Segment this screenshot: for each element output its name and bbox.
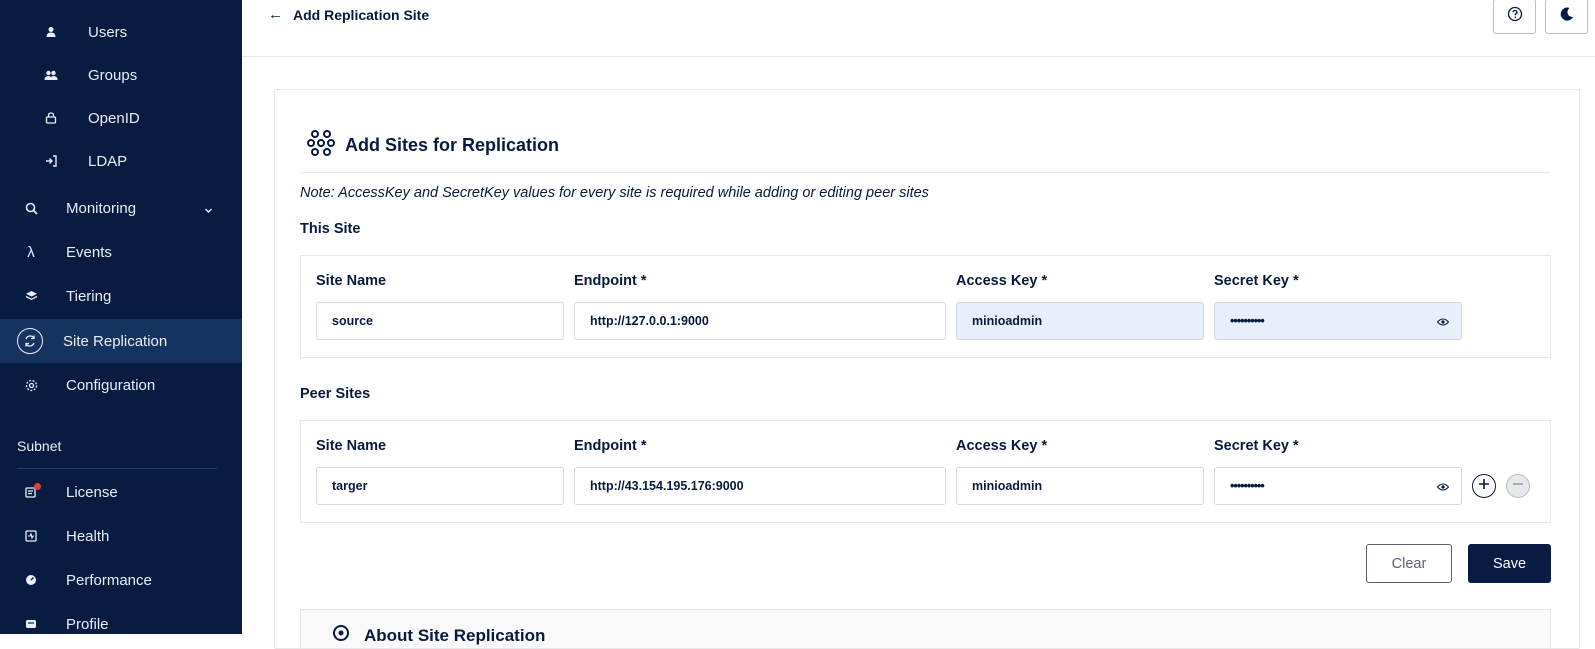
groups-icon <box>44 68 58 82</box>
peer-site-secret-key-field[interactable]: •••••••••• <box>1214 467 1462 505</box>
sidebar-item-groups[interactable]: Groups <box>0 53 242 97</box>
openid-lock-icon <box>44 111 58 125</box>
add-site-button[interactable] <box>1472 474 1496 498</box>
sidebar-item-license[interactable]: License <box>0 470 242 514</box>
access-key-label: Access Key * <box>956 438 1048 454</box>
field-value: http://43.154.195.176:9000 <box>590 479 744 493</box>
sidebar-item-label: Site Replication <box>63 332 168 350</box>
login-arrow-icon <box>44 154 58 168</box>
field-value: source <box>332 314 373 328</box>
clear-button[interactable]: Clear <box>1366 544 1452 583</box>
dark-mode-button[interactable] <box>1545 0 1588 34</box>
this-site-endpoint-field[interactable]: http://127.0.0.1:9000 <box>574 302 946 340</box>
access-key-label: Access Key * <box>956 273 1048 289</box>
peer-site-name-field[interactable]: targer <box>316 467 564 505</box>
this-site-access-key-field[interactable]: minioadmin <box>956 302 1204 340</box>
peer-sites-heading: Peer Sites <box>300 386 371 402</box>
card-title: Add Sites for Replication <box>307 129 559 162</box>
this-site-secret-key-field[interactable]: •••••••••• <box>1214 302 1462 340</box>
sidebar: Users Groups OpenID LDAP Monitoring λ Ev… <box>0 0 242 634</box>
sidebar-item-label: Health <box>66 527 110 545</box>
sidebar-item-label: Tiering <box>66 287 112 305</box>
sidebar-item-events[interactable]: λ Events <box>0 230 242 274</box>
layers-icon <box>24 289 38 303</box>
about-title: About Site Replication <box>332 624 545 647</box>
field-value: •••••••••• <box>1230 479 1265 493</box>
user-icon <box>44 25 58 39</box>
sidebar-item-tiering[interactable]: Tiering <box>0 274 242 318</box>
sidebar-item-ldap[interactable]: LDAP <box>0 139 242 183</box>
back-arrow-icon: ← <box>268 6 283 23</box>
sidebar-item-configuration[interactable]: Configuration <box>0 363 242 407</box>
sidebar-item-label: OpenID <box>88 109 140 127</box>
sidebar-item-label: LDAP <box>88 152 128 170</box>
sidebar-item-health[interactable]: Health <box>0 514 242 558</box>
license-icon <box>24 483 41 499</box>
eye-icon[interactable] <box>1435 314 1451 330</box>
gear-icon <box>24 378 38 392</box>
secret-key-label: Secret Key * <box>1214 438 1299 454</box>
sidebar-item-label: Events <box>66 243 112 261</box>
sidebar-item-label: Monitoring <box>66 199 137 217</box>
subnet-section-title: Subnet <box>17 438 62 454</box>
notification-dot <box>34 483 41 490</box>
sidebar-item-label: Configuration <box>66 376 156 394</box>
minus-icon <box>1512 477 1524 495</box>
health-icon <box>24 529 38 543</box>
divider <box>17 468 217 469</box>
sidebar-item-profile[interactable]: Profile <box>0 602 242 646</box>
endpoint-label: Endpoint * <box>574 438 647 454</box>
moon-icon <box>1559 6 1575 27</box>
chevron-down-icon[interactable] <box>204 202 213 219</box>
secret-key-label: Secret Key * <box>1214 273 1299 289</box>
sidebar-item-monitoring[interactable]: Monitoring <box>0 186 242 230</box>
performance-icon <box>24 573 38 587</box>
sidebar-item-site-replication[interactable]: Site Replication <box>0 319 242 363</box>
cluster-icon <box>332 624 350 647</box>
page-header <box>242 0 1595 57</box>
site-name-label: Site Name <box>316 273 387 289</box>
about-title-text: About Site Replication <box>364 625 546 645</box>
back-link[interactable]: ← Add Replication Site <box>268 6 429 23</box>
peer-site-endpoint-field[interactable]: http://43.154.195.176:9000 <box>574 467 946 505</box>
site-name-label: Site Name <box>316 438 387 454</box>
field-value: minioadmin <box>972 479 1043 493</box>
card-title-text: Add Sites for Replication <box>345 135 560 155</box>
field-value: minioadmin <box>972 314 1043 328</box>
endpoint-label: Endpoint * <box>574 273 647 289</box>
sidebar-item-label: Users <box>88 23 128 41</box>
field-value: http://127.0.0.1:9000 <box>590 314 709 328</box>
remove-site-button[interactable] <box>1506 474 1530 498</box>
help-icon <box>1507 6 1523 27</box>
profile-icon <box>24 617 38 631</box>
divider <box>300 172 1550 173</box>
sidebar-item-label: License <box>66 483 118 501</box>
replication-icon <box>17 328 43 354</box>
plus-icon <box>1478 477 1490 495</box>
eye-icon[interactable] <box>1435 479 1451 495</box>
field-value: •••••••••• <box>1230 314 1265 328</box>
help-button[interactable] <box>1493 0 1536 34</box>
page-title: Add Replication Site <box>293 6 430 23</box>
sidebar-item-label: Performance <box>66 571 152 589</box>
note-text: Note: AccessKey and SecretKey values for… <box>300 185 929 201</box>
sidebar-item-users[interactable]: Users <box>0 10 242 54</box>
sidebar-item-performance[interactable]: Performance <box>0 558 242 602</box>
sidebar-item-label: Profile <box>66 615 109 633</box>
peer-site-access-key-field[interactable]: minioadmin <box>956 467 1204 505</box>
lambda-icon: λ <box>27 243 35 261</box>
cluster-icon <box>307 129 335 162</box>
sidebar-item-label: Groups <box>88 66 138 84</box>
this-site-name-field[interactable]: source <box>316 302 564 340</box>
sidebar-item-openid[interactable]: OpenID <box>0 96 242 140</box>
save-button[interactable]: Save <box>1468 544 1551 583</box>
field-value: targer <box>332 479 368 493</box>
this-site-heading: This Site <box>300 221 361 237</box>
magnifier-icon <box>24 201 38 215</box>
